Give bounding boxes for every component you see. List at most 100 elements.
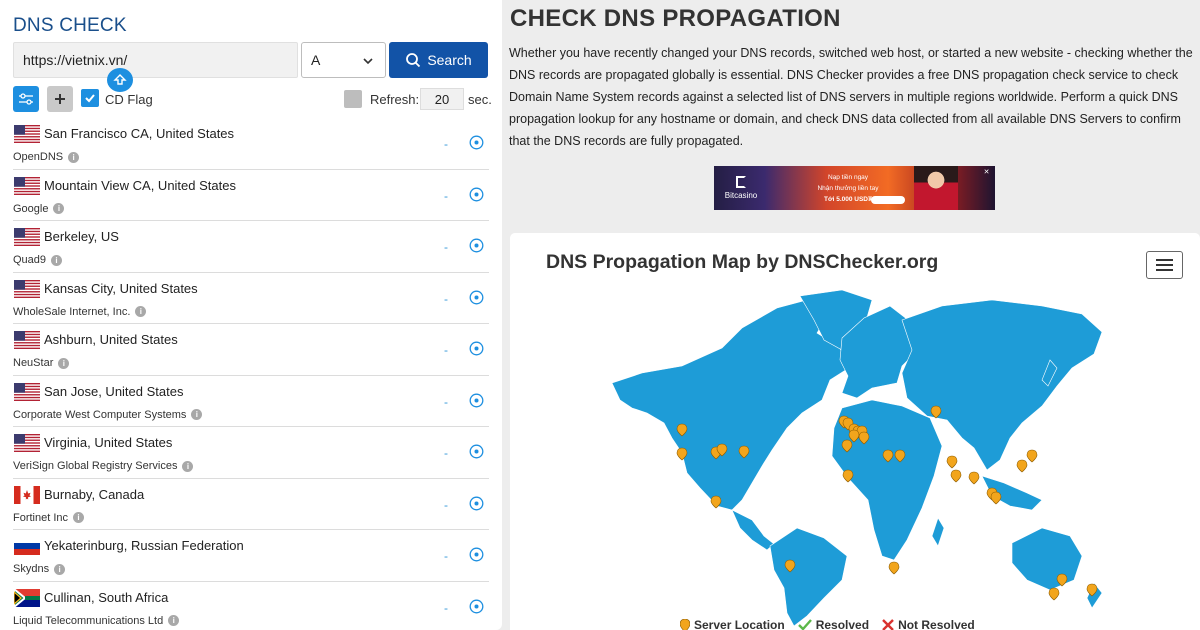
info-icon[interactable]: i: [135, 306, 147, 317]
share-icon: [113, 74, 127, 85]
server-location: Yekaterinburg, Russian Federation: [44, 538, 244, 553]
server-provider-name: NeuStar: [13, 357, 54, 369]
flag-icon-us: [14, 434, 40, 452]
ad-close-icon[interactable]: ✕: [982, 168, 991, 177]
flag-icon-us: [14, 228, 40, 246]
server-location: Berkeley, US: [44, 229, 119, 244]
server-location: San Jose, United States: [44, 383, 184, 399]
cross-icon: [882, 619, 894, 630]
server-location: Cullinan, South Africa: [44, 589, 169, 605]
locate-target-icon[interactable]: [469, 547, 484, 562]
info-icon[interactable]: i: [68, 151, 80, 163]
locate-target-icon[interactable]: [469, 496, 484, 511]
plus-icon: [55, 94, 65, 104]
record-type-value: A: [311, 52, 321, 68]
server-list: San Francisco CA, United States OpenDNS i -…: [13, 118, 489, 630]
record-type-select[interactable]: A: [301, 42, 386, 78]
world-map[interactable]: [602, 288, 1106, 628]
controls-row: CD Flag Refresh: sec.: [13, 86, 492, 112]
server-provider: OpenDNS i: [13, 151, 80, 163]
server-location-pin[interactable]: [1016, 459, 1028, 473]
server-result: -: [444, 291, 448, 306]
info-icon[interactable]: i: [51, 254, 63, 266]
locate-target-icon[interactable]: [469, 135, 484, 150]
server-location-pin[interactable]: [946, 455, 958, 469]
locate-target-icon[interactable]: [469, 187, 484, 202]
ad-cta-button[interactable]: [871, 196, 905, 204]
settings-button[interactable]: [13, 86, 39, 112]
legend-server-location-label: Server Location: [694, 618, 785, 630]
server-provider: Fortinet Inc i: [13, 512, 85, 524]
intro-paragraph: Whether you have recently changed your D…: [509, 46, 1193, 148]
map-legend: Server Location Resolved Not Resolved: [680, 618, 975, 630]
add-server-button[interactable]: [47, 86, 73, 112]
server-row[interactable]: San Jose, United States Corporate West Co…: [13, 376, 489, 427]
brand-title: DNS CHECK: [13, 15, 127, 36]
search-button-label: Search: [427, 52, 472, 68]
chevron-down-icon: [363, 58, 373, 65]
server-result: -: [444, 343, 448, 357]
server-row[interactable]: San Francisco CA, United States OpenDNS i -: [13, 118, 489, 170]
server-result: -: [444, 394, 448, 409]
map-menu-button[interactable]: [1146, 251, 1183, 279]
locate-target-icon[interactable]: [469, 290, 484, 305]
search-button[interactable]: Search: [389, 42, 488, 78]
server-result: -: [444, 188, 448, 203]
legend-server-location: Server Location: [680, 618, 785, 630]
locate-target-icon[interactable]: [469, 393, 484, 408]
server-provider: Google i: [13, 202, 65, 215]
server-row[interactable]: Kansas City, United States WholeSale Inte…: [13, 273, 489, 324]
flag-icon-ca: [14, 485, 40, 504]
url-input[interactable]: [13, 42, 298, 78]
server-row[interactable]: Mountain View CA, United States Google i -: [13, 170, 489, 221]
server-location-pin[interactable]: [950, 469, 962, 483]
server-row[interactable]: Yekaterinburg, Russian Federation Skydns i…: [13, 530, 489, 582]
refresh-unit-label: sec.: [468, 92, 492, 107]
info-icon[interactable]: i: [191, 409, 203, 420]
central-america-region: [731, 509, 775, 551]
refresh-checkbox[interactable]: [344, 90, 362, 108]
legend-not-resolved: Not Resolved: [882, 618, 975, 630]
info-icon[interactable]: i: [58, 357, 70, 369]
madagascar-region: [931, 517, 945, 547]
server-row[interactable]: Ashburn, United States NeuStar i -: [13, 324, 489, 376]
ad-logo: Bitcasino: [714, 176, 768, 200]
server-row[interactable]: Virginia, United States VeriSign Global R…: [13, 427, 489, 479]
server-location: Ashburn, United States: [44, 332, 178, 347]
server-row[interactable]: Cullinan, South Africa Liquid Telecommuni…: [13, 582, 489, 630]
australia-region: [1011, 527, 1083, 591]
server-provider: VeriSign Global Registry Services i: [13, 460, 194, 472]
server-location: San Francisco CA, United States: [44, 126, 235, 141]
server-row[interactable]: Berkeley, US Quad9 i -: [13, 221, 489, 273]
server-location-pin[interactable]: [1048, 587, 1060, 601]
cd-flag-label: CD Flag: [105, 92, 153, 107]
locate-target-icon[interactable]: [469, 599, 484, 614]
refresh-interval-input[interactable]: [420, 88, 464, 110]
info-icon[interactable]: i: [182, 460, 194, 472]
north-america-region: [611, 299, 853, 511]
server-location: Virginia, United States: [44, 435, 173, 450]
locate-target-icon[interactable]: [469, 341, 484, 356]
server-row[interactable]: Burnaby, Canada Fortinet Inc i -: [13, 479, 489, 530]
info-icon[interactable]: i: [54, 563, 66, 575]
server-location-pin[interactable]: [968, 471, 980, 485]
server-provider: Skydns i: [13, 563, 66, 575]
ad-banner[interactable]: Bitcasino Nạp tiền ngay Nhận thưởng liền…: [714, 166, 995, 210]
search-icon: [406, 53, 421, 68]
bitcasino-logo-icon: [736, 176, 746, 188]
legend-resolved-label: Resolved: [815, 618, 870, 630]
server-result: -: [444, 137, 448, 151]
locate-target-icon[interactable]: [469, 444, 484, 459]
server-provider-name: Google: [13, 202, 49, 215]
info-icon[interactable]: i: [73, 512, 85, 523]
info-icon[interactable]: i: [168, 615, 180, 626]
cd-flag-checkbox[interactable]: [81, 89, 99, 107]
server-location-pin[interactable]: [990, 491, 1002, 505]
locate-target-icon[interactable]: [469, 238, 484, 253]
legend-resolved: Resolved: [797, 618, 870, 630]
server-location-pin[interactable]: [888, 561, 900, 575]
server-location-pin[interactable]: [1026, 449, 1038, 463]
info-icon[interactable]: i: [53, 203, 65, 214]
server-provider-name: Corporate West Computer Systems: [13, 408, 187, 421]
hamburger-icon-bar: [1156, 259, 1173, 261]
